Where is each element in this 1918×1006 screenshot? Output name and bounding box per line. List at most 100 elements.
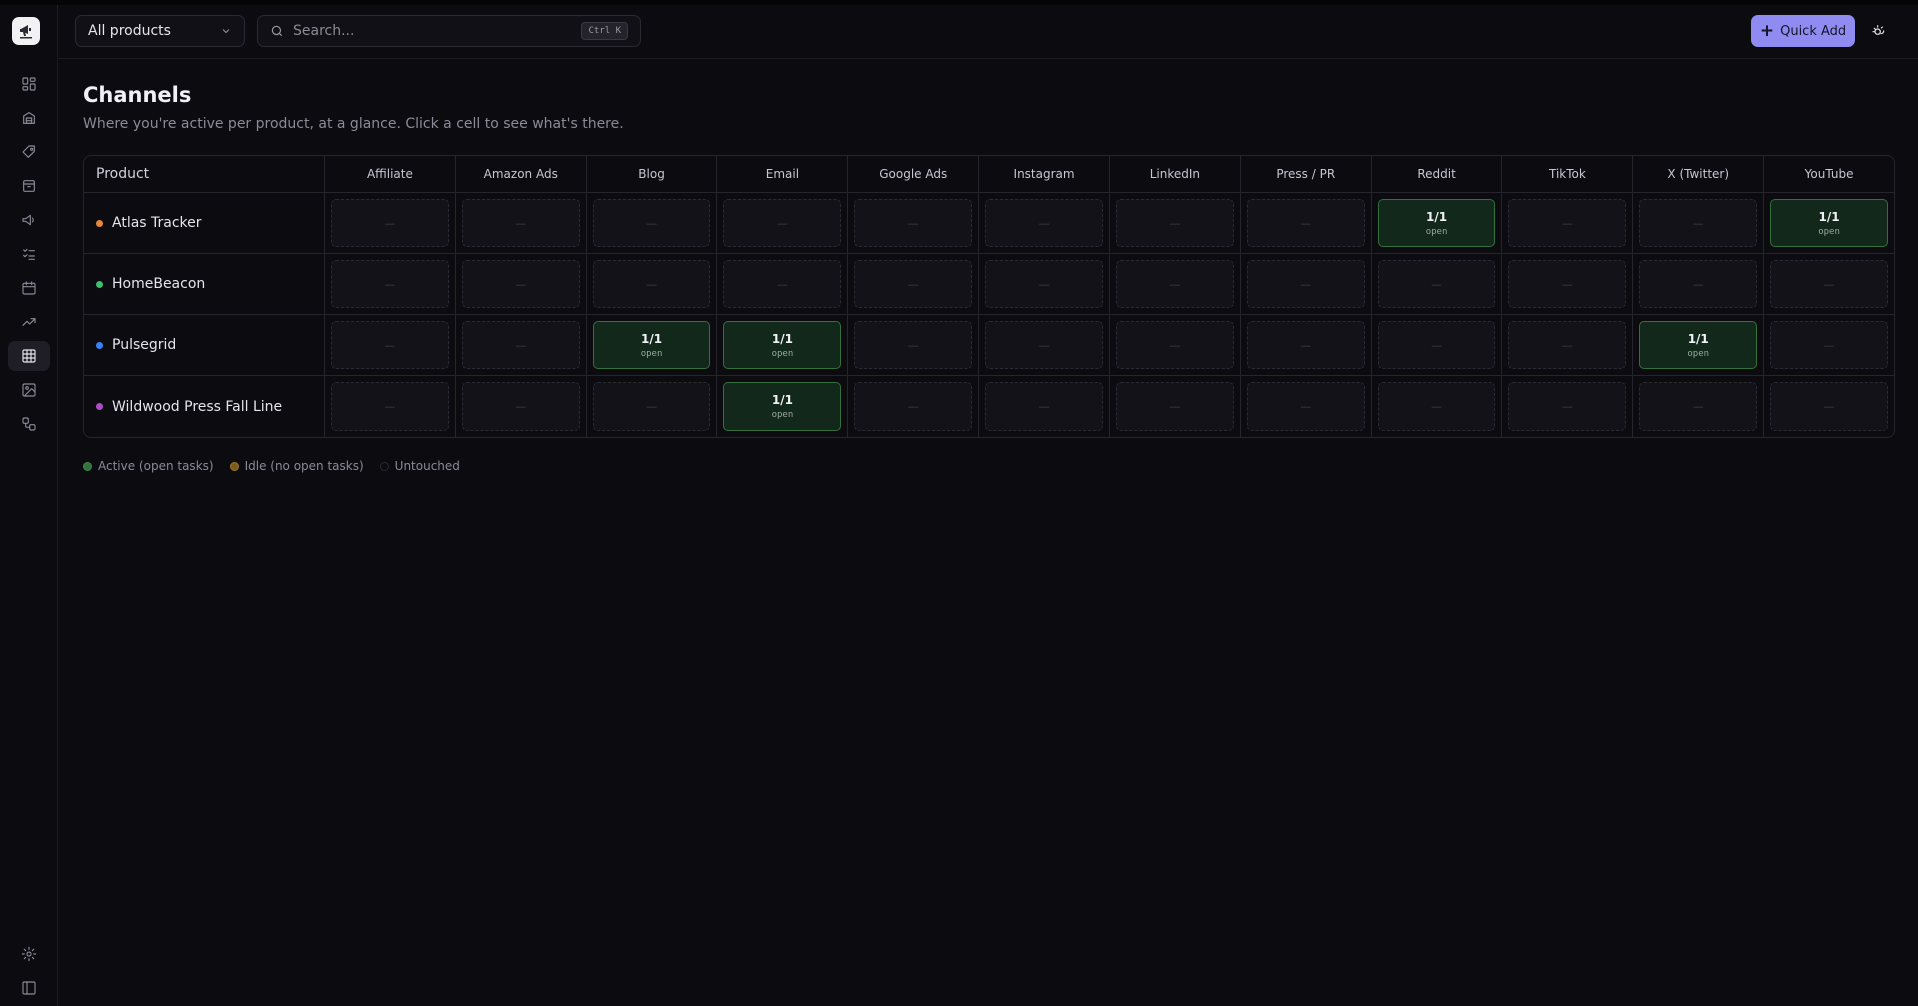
- channel-cell: 1/1 open: [585, 315, 717, 376]
- search-input[interactable]: [293, 23, 582, 39]
- image-icon: [22, 383, 36, 397]
- nav-tasks[interactable]: [8, 239, 50, 269]
- untouched-dash: —: [1431, 338, 1443, 352]
- channel-cell-untouched[interactable]: —: [1639, 382, 1758, 431]
- channel-cell-untouched[interactable]: —: [1246, 260, 1365, 308]
- channel-cell: —: [1632, 254, 1764, 315]
- nav-calendar[interactable]: [8, 273, 50, 303]
- channel-cell-untouched[interactable]: —: [1508, 382, 1627, 431]
- quick-add-button[interactable]: + Quick Add: [1751, 15, 1855, 47]
- channel-cell-untouched[interactable]: —: [461, 382, 580, 431]
- channel-cell-untouched[interactable]: —: [854, 199, 973, 247]
- column-header-channel: Press / PR: [1239, 156, 1371, 193]
- nav-campaigns[interactable]: [8, 205, 50, 235]
- channel-cell-untouched[interactable]: —: [985, 260, 1103, 308]
- channel-cell: —: [1501, 193, 1633, 254]
- nav-workflows[interactable]: [8, 409, 50, 439]
- nav-dashboard[interactable]: [8, 69, 50, 99]
- channel-cell-untouched[interactable]: —: [1508, 321, 1627, 369]
- nav-inventory[interactable]: [8, 171, 50, 201]
- untouched-dash: —: [1038, 216, 1050, 230]
- channel-cell-untouched[interactable]: —: [854, 321, 973, 369]
- theme-toggle-button[interactable]: [1867, 19, 1891, 43]
- channel-cell-untouched[interactable]: —: [1770, 321, 1888, 369]
- channel-cell: —: [1763, 376, 1894, 437]
- channel-cell-untouched[interactable]: —: [1115, 199, 1234, 247]
- channel-cell-untouched[interactable]: —: [331, 321, 449, 369]
- channel-cell-untouched[interactable]: —: [854, 382, 973, 431]
- channel-cell-untouched[interactable]: —: [723, 199, 842, 247]
- channel-cell-untouched[interactable]: —: [1770, 382, 1888, 431]
- untouched-dash: —: [1169, 216, 1181, 230]
- channel-cell-untouched[interactable]: —: [331, 260, 449, 308]
- channel-cell: 1/1 open: [1370, 193, 1502, 254]
- product-row-label: HomeBeacon: [84, 254, 324, 315]
- channel-cell-active[interactable]: 1/1 open: [723, 382, 842, 431]
- channel-cell-untouched[interactable]: —: [1377, 382, 1496, 431]
- product-filter-select[interactable]: All products: [75, 15, 245, 47]
- nav-settings[interactable]: [8, 939, 50, 969]
- channel-cell-active[interactable]: 1/1 open: [1377, 199, 1496, 247]
- column-header-channel: LinkedIn: [1108, 156, 1240, 193]
- channel-cell: —: [1763, 254, 1894, 315]
- channel-cell-untouched[interactable]: —: [1246, 321, 1365, 369]
- channel-cell-untouched[interactable]: —: [331, 382, 449, 431]
- nav-collapse-sidebar[interactable]: [8, 973, 50, 1003]
- channel-cell: —: [454, 193, 586, 254]
- nav-channels[interactable]: [8, 341, 50, 371]
- channel-cell-untouched[interactable]: —: [1115, 260, 1234, 308]
- channel-cell-untouched[interactable]: —: [1508, 199, 1627, 247]
- channel-cell-untouched[interactable]: —: [1115, 321, 1234, 369]
- channel-cell-active[interactable]: 1/1 open: [723, 321, 842, 369]
- channel-cell-active[interactable]: 1/1 open: [1639, 321, 1758, 369]
- channel-cell-untouched[interactable]: —: [1508, 260, 1627, 308]
- channel-cell: —: [324, 193, 455, 254]
- product-color-dot: [96, 403, 103, 410]
- channel-cell-untouched[interactable]: —: [461, 260, 580, 308]
- product-row-label: Pulsegrid: [84, 315, 324, 376]
- open-status-label: open: [771, 348, 794, 359]
- channel-cell: —: [585, 376, 717, 437]
- channel-cell: —: [978, 315, 1109, 376]
- nav-analytics[interactable]: [8, 307, 50, 337]
- column-header-channel: YouTube: [1763, 156, 1894, 193]
- untouched-dash: —: [1300, 216, 1312, 230]
- nav-media[interactable]: [8, 375, 50, 405]
- channel-cell-untouched[interactable]: —: [1115, 382, 1234, 431]
- channel-cell-untouched[interactable]: —: [1639, 260, 1758, 308]
- search-box[interactable]: Ctrl K: [257, 15, 641, 47]
- page-title: Channels: [83, 83, 192, 107]
- channel-cell-untouched[interactable]: —: [723, 260, 842, 308]
- channel-cell-untouched[interactable]: —: [985, 199, 1103, 247]
- app-logo[interactable]: [12, 17, 40, 45]
- channel-cell-untouched[interactable]: —: [461, 199, 580, 247]
- channel-cell-untouched[interactable]: —: [461, 321, 580, 369]
- channel-cell-untouched[interactable]: —: [1770, 260, 1888, 308]
- open-task-count: 1/1: [771, 393, 793, 407]
- channel-cell-untouched[interactable]: —: [592, 382, 711, 431]
- channel-cell-untouched[interactable]: —: [592, 199, 711, 247]
- channel-cell-untouched[interactable]: —: [1377, 260, 1496, 308]
- tasks-icon: [23, 248, 35, 260]
- channel-cell: —: [847, 254, 979, 315]
- channel-cell-untouched[interactable]: —: [985, 321, 1103, 369]
- grid-icon: [22, 349, 36, 363]
- channel-cell-active[interactable]: 1/1 open: [1770, 199, 1888, 247]
- untouched-dash: —: [646, 400, 658, 413]
- sidebar: [0, 5, 58, 1006]
- channel-cell-untouched[interactable]: —: [1246, 199, 1365, 247]
- channel-cell-untouched[interactable]: —: [854, 260, 973, 308]
- channel-cell-untouched[interactable]: —: [592, 260, 711, 308]
- untouched-dash: —: [776, 277, 788, 291]
- channel-cell-untouched[interactable]: —: [1639, 199, 1758, 247]
- column-header-channel: TikTok: [1501, 156, 1633, 193]
- channel-cell-untouched[interactable]: —: [331, 199, 449, 247]
- nav-products[interactable]: [8, 103, 50, 133]
- untouched-dash: —: [1561, 400, 1573, 413]
- channel-cell-active[interactable]: 1/1 open: [592, 321, 711, 369]
- channel-cell-untouched[interactable]: —: [1377, 321, 1496, 369]
- open-task-count: 1/1: [1426, 209, 1448, 224]
- channel-cell-untouched[interactable]: —: [1246, 382, 1365, 431]
- nav-tags[interactable]: [8, 137, 50, 167]
- channel-cell-untouched[interactable]: —: [985, 382, 1103, 431]
